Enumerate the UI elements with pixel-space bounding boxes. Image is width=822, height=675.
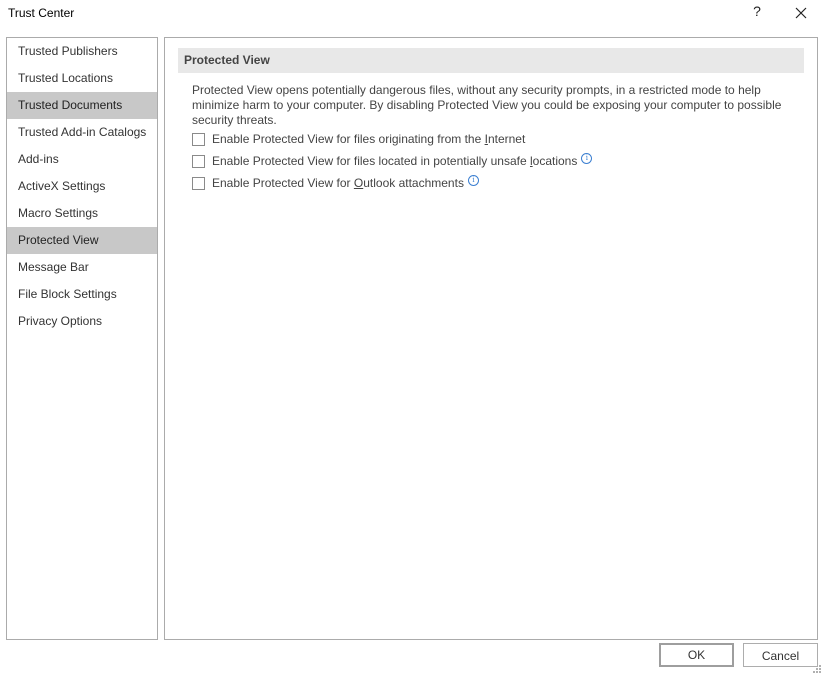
info-icon[interactable]: i	[467, 174, 479, 186]
checkbox-unsafe-locations[interactable]	[192, 154, 205, 168]
option-internet-files[interactable]: Enable Protected View for files originat…	[192, 130, 525, 148]
help-button[interactable]: ?	[749, 3, 765, 23]
ok-button[interactable]: OK	[659, 643, 734, 667]
content-panel: Protected View Protected View opens pote…	[164, 37, 818, 640]
close-button[interactable]	[790, 3, 812, 23]
sidebar-nav: Trusted Publishers Trusted Locations Tru…	[6, 37, 158, 640]
sidebar-item-file-block-settings[interactable]: File Block Settings	[7, 281, 157, 308]
sidebar-item-message-bar[interactable]: Message Bar	[7, 254, 157, 281]
option-label: Enable Protected View for Outlook attach…	[212, 176, 464, 190]
sidebar-item-trusted-add-in-catalogs[interactable]: Trusted Add-in Catalogs	[7, 119, 157, 146]
sidebar-item-activex-settings[interactable]: ActiveX Settings	[7, 173, 157, 200]
sidebar-item-trusted-publishers[interactable]: Trusted Publishers	[7, 38, 157, 65]
option-label: Enable Protected View for files originat…	[212, 132, 526, 146]
sidebar-item-trusted-locations[interactable]: Trusted Locations	[7, 65, 157, 92]
sidebar-item-macro-settings[interactable]: Macro Settings	[7, 200, 157, 227]
cancel-button[interactable]: Cancel	[743, 643, 818, 667]
resize-grip-icon[interactable]	[812, 664, 822, 674]
info-icon[interactable]: i	[581, 152, 593, 164]
section-description: Protected View opens potentially dangero…	[192, 83, 782, 127]
option-outlook-attachments[interactable]: Enable Protected View for Outlook attach…	[192, 174, 479, 192]
sidebar-item-protected-view[interactable]: Protected View	[7, 227, 157, 254]
option-unsafe-locations[interactable]: Enable Protected View for files located …	[192, 152, 593, 170]
sidebar-item-add-ins[interactable]: Add-ins	[7, 146, 157, 173]
checkbox-outlook-attachments[interactable]	[192, 176, 205, 190]
sidebar-item-trusted-documents[interactable]: Trusted Documents	[7, 92, 157, 119]
checkbox-internet-files[interactable]	[192, 132, 205, 146]
section-header: Protected View	[178, 48, 804, 73]
dialog-title: Trust Center	[8, 6, 75, 20]
close-icon	[795, 7, 807, 19]
sidebar-item-privacy-options[interactable]: Privacy Options	[7, 308, 157, 335]
option-label: Enable Protected View for files located …	[212, 154, 578, 168]
